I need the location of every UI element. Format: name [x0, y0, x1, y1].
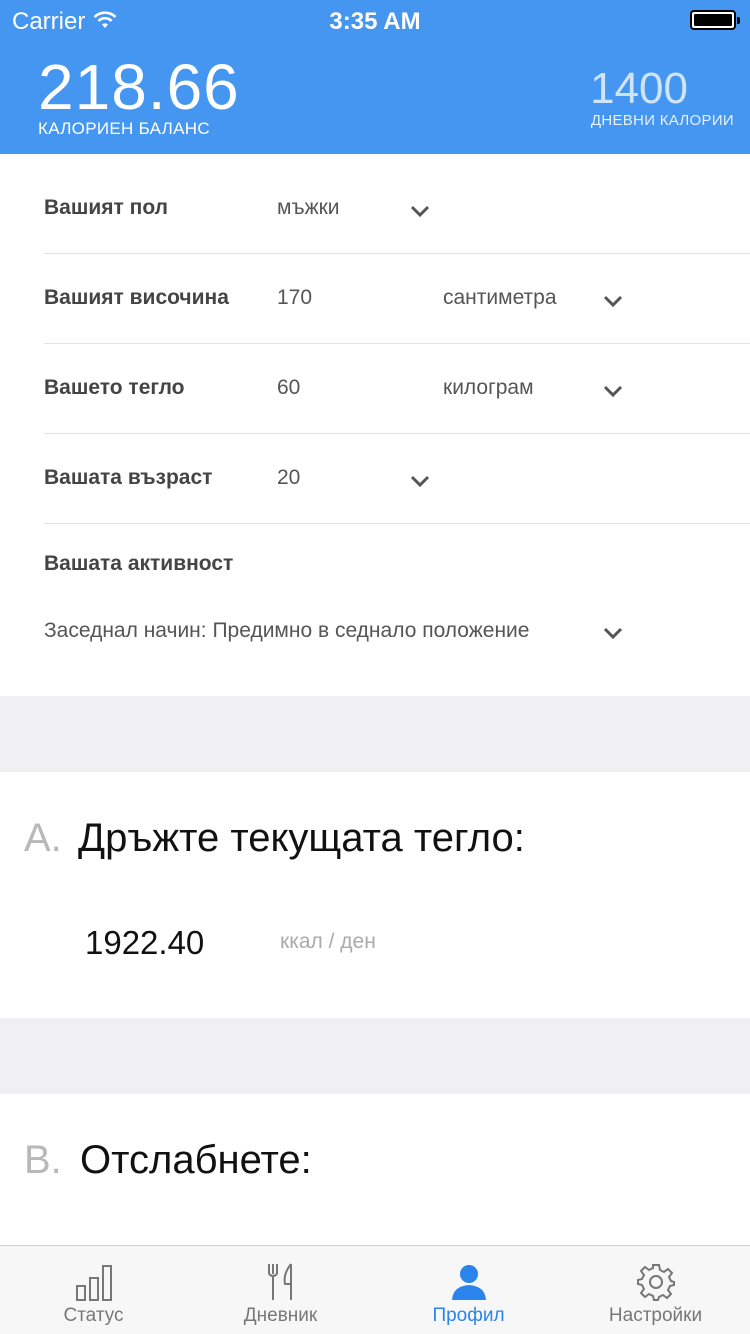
maintain-weight-section: A. Дръжте текущата тегло: 1922.40 ккал /… — [0, 772, 750, 1018]
profile-form: Вашият пол мъжки Вашият височина 170 сан… — [0, 154, 750, 696]
section-title: Отслабнете: — [80, 1138, 312, 1182]
gender-row[interactable]: Вашият пол мъжки — [44, 164, 750, 254]
section-title: Дръжте текущата тегло: — [78, 816, 525, 860]
gender-label: Вашият пол — [44, 196, 168, 219]
section-letter: B. — [24, 1138, 62, 1182]
tab-diary[interactable]: Дневник — [187, 1246, 374, 1334]
fork-knife-icon — [187, 1262, 374, 1302]
maintain-kcal-unit: ккал / ден — [280, 930, 376, 953]
weight-label: Вашето тегло — [44, 376, 185, 399]
maintain-kcal-value: 1922.40 — [85, 924, 205, 961]
height-label: Вашият височина — [44, 286, 229, 309]
chevron-down-icon[interactable] — [603, 626, 623, 640]
header: Carrier 3:35 AM 218.66 КАЛОРИЕН БАЛАНС 1… — [0, 0, 750, 154]
activity-value[interactable]: Заседнал начин: Предимно в седнало полож… — [44, 619, 529, 643]
tab-label: Дневник — [243, 1305, 318, 1326]
status-time: 3:35 AM — [329, 8, 421, 35]
section-letter: A. — [24, 816, 62, 860]
weight-value[interactable]: 60 — [277, 376, 300, 400]
lose-weight-section: B. Отслабнете: — [0, 1094, 750, 1246]
chevron-down-icon[interactable] — [410, 204, 430, 218]
battery-icon — [690, 10, 740, 30]
height-value[interactable]: 170 — [277, 286, 312, 310]
tab-status[interactable]: Статус — [0, 1246, 187, 1334]
tab-label: Статус — [63, 1305, 124, 1326]
age-label: Вашата възраст — [44, 466, 213, 489]
gender-value[interactable]: мъжки — [277, 196, 340, 220]
calorie-balance-label: КАЛОРИЕН БАЛАНС — [38, 119, 210, 138]
activity-label: Вашата активност — [44, 552, 234, 575]
user-icon — [375, 1262, 562, 1302]
age-row[interactable]: Вашата възраст 20 — [44, 434, 750, 524]
tab-bar: Статус Дневник Профил Настройки — [0, 1245, 750, 1334]
chevron-down-icon[interactable] — [603, 384, 623, 398]
gear-icon — [562, 1262, 749, 1302]
weight-unit[interactable]: килограм — [443, 376, 534, 400]
calorie-balance-value: 218.66 — [38, 51, 240, 123]
chevron-down-icon[interactable] — [410, 474, 430, 488]
tab-label: Профил — [432, 1305, 505, 1326]
height-row[interactable]: Вашият височина 170 сантиметра — [44, 254, 750, 344]
daily-calories-value: 1400 — [590, 64, 688, 113]
tab-settings[interactable]: Настройки — [562, 1246, 749, 1334]
chevron-down-icon[interactable] — [603, 294, 623, 308]
weight-row[interactable]: Вашето тегло 60 килограм — [44, 344, 750, 434]
bar-chart-icon — [0, 1262, 187, 1302]
tab-profile[interactable]: Профил — [375, 1246, 562, 1334]
age-value[interactable]: 20 — [277, 466, 300, 490]
tab-label: Настройки — [608, 1305, 703, 1326]
daily-calories-label: ДНЕВНИ КАЛОРИИ — [590, 112, 734, 129]
height-unit[interactable]: сантиметра — [443, 286, 557, 310]
status-bar: Carrier 3:35 AM — [0, 0, 750, 40]
